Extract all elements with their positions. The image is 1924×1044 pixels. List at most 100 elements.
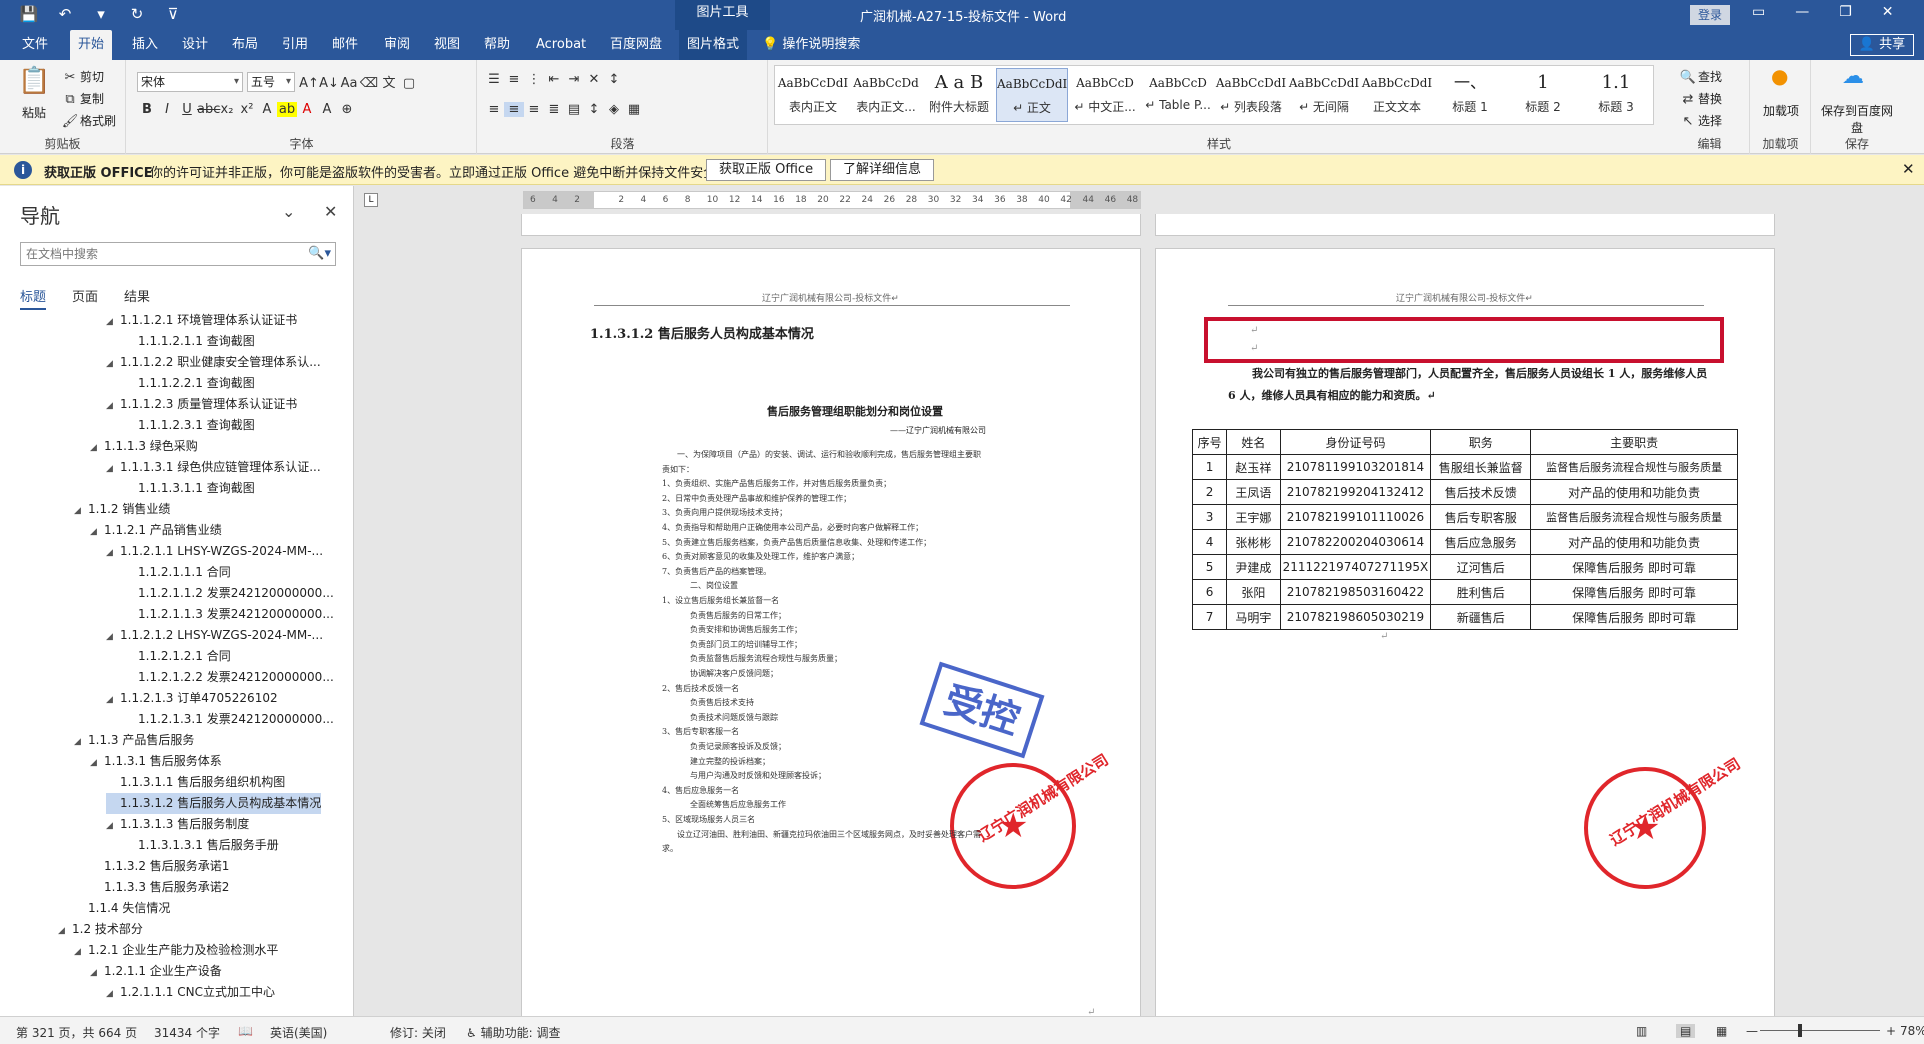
select-button[interactable]: ↖ 选择 (1678, 112, 1722, 129)
undo-dropdown-icon[interactable]: ▾ (90, 5, 112, 23)
style-item[interactable]: 1 标题 2 (1507, 68, 1579, 122)
read-mode-icon[interactable]: ▥ (1636, 1024, 1647, 1038)
nav-heading-item[interactable]: ◢ 1.1.1.2.1 环境管理体系认证证书 (106, 310, 297, 331)
table-cell[interactable]: 保障售后服务 即时可靠 (1530, 554, 1738, 580)
table-cell[interactable]: 1 (1191, 454, 1228, 480)
style-item[interactable]: AaBbCcDdI ↵ 列表段落 (1215, 68, 1287, 122)
table-cell[interactable]: 张阳 (1226, 579, 1281, 605)
chinese-layout-icon[interactable]: ✕ (584, 72, 604, 87)
table-cell[interactable]: 辽河售后 (1430, 554, 1532, 580)
nav-tab-headings[interactable]: 标题 (20, 286, 47, 310)
zoom-in-icon[interactable]: + (1886, 1024, 1896, 1038)
style-item[interactable]: AaBbCcD ↵ Table P... (1142, 68, 1214, 122)
tab-layout[interactable]: 布局 (224, 30, 266, 60)
multilevel-list-icon[interactable]: ⋮ (524, 72, 544, 87)
redo-icon[interactable]: ↻ (126, 5, 148, 23)
tab-help[interactable]: 帮助 (476, 30, 518, 60)
collapse-triangle-icon[interactable]: ◢ (106, 984, 120, 1005)
table-cell[interactable]: 2 (1191, 479, 1228, 505)
nav-heading-item[interactable]: ◢ 1.1.2.1.1 LHSY-WZGS-2024-MM-... (106, 541, 323, 562)
zoom-out-icon[interactable]: — (1746, 1024, 1758, 1038)
collapse-triangle-icon[interactable]: ◢ (106, 354, 120, 375)
replace-button[interactable]: ⇄ 替换 (1678, 90, 1722, 107)
table-cell[interactable]: 王宇娜 (1226, 504, 1281, 530)
grow-font-icon[interactable]: A↑ (299, 76, 319, 91)
tab-view[interactable]: 视图 (426, 30, 468, 60)
tab-acrobat[interactable]: Acrobat (528, 30, 594, 60)
nav-heading-item[interactable]: ◢ 1.1.2.1.2 LHSY-WZGS-2024-MM-... (106, 625, 323, 646)
addins-button[interactable]: 加载项 (1756, 102, 1806, 119)
zoom-level[interactable]: 78% (1900, 1024, 1924, 1038)
table-cell[interactable]: 保障售后服务 即时可靠 (1530, 604, 1738, 630)
sort-icon[interactable]: ↕ (604, 72, 624, 87)
style-item[interactable]: AaBbCcDdI 表内正文 (777, 68, 849, 122)
find-button[interactable]: 🔍 查找 (1678, 68, 1722, 85)
customize-qat-icon[interactable]: ⊽ (162, 5, 184, 23)
paste-button[interactable]: 粘贴 (22, 104, 46, 121)
learn-more-button[interactable]: 了解详细信息 (830, 159, 935, 181)
collapse-triangle-icon[interactable]: ◢ (90, 522, 104, 543)
document-page-right[interactable]: 辽宁广润机械有限公司-投标文件↵ ↵ ↵ 我公司有独立的售后服务管理部门，人员配… (1155, 248, 1775, 1018)
justify-icon[interactable]: ≣ (544, 102, 564, 117)
nav-heading-item[interactable]: ◢ 1.1.2.1.3 订单4705226102 (106, 688, 278, 709)
tab-home[interactable]: 开始 (70, 30, 113, 60)
horizontal-ruler[interactable]: 6 4 2 2 4 6 8 10 12 14 16 18 20 22 24 26 28 30 32 34 36 38 40 4… (523, 191, 1141, 209)
nav-search-input[interactable]: 在文档中搜索 🔍▾ (20, 242, 336, 266)
table-cell[interactable]: 对产品的使用和功能负责 (1530, 479, 1738, 505)
table-cell[interactable]: 新疆售后 (1430, 604, 1532, 630)
format-painter-button[interactable]: 🖌 格式刷 (60, 112, 116, 129)
nav-heading-item[interactable]: 1.1.2.1.2.1 合同 (124, 646, 231, 667)
collapse-triangle-icon[interactable]: ◢ (106, 459, 120, 480)
close-icon[interactable]: ✕ (324, 202, 337, 221)
paste-icon[interactable]: 📋 (18, 66, 50, 96)
table-cell[interactable]: 6 (1191, 579, 1228, 605)
bold-icon[interactable]: B (137, 102, 157, 117)
style-item[interactable]: 一、 标题 1 (1434, 68, 1506, 122)
staff-table[interactable]: 序号 姓名 身份证号码 职务 主要职责 1 赵玉祥 210781199103201814 售服… (1191, 429, 1738, 630)
restore-icon[interactable]: ❐ (1839, 4, 1852, 20)
tab-mailings[interactable]: 邮件 (324, 30, 366, 60)
print-layout-icon[interactable]: ▤ (1676, 1024, 1696, 1038)
tab-stop-selector[interactable]: L (364, 193, 378, 207)
nav-heading-item[interactable]: 1.1.1.2.1.1 查询截图 (124, 331, 255, 352)
font-size-combo[interactable]: 五号 (247, 72, 295, 92)
table-cell[interactable]: 210782200204030614 (1279, 529, 1432, 555)
close-icon[interactable]: ✕ (1882, 4, 1894, 20)
proofing-icon[interactable]: 📖 (238, 1024, 253, 1038)
table-cell[interactable]: 5 (1191, 554, 1228, 580)
tab-file[interactable]: 文件 (14, 30, 56, 60)
ribbon-display-icon[interactable]: ▭ (1752, 4, 1765, 20)
enclose-char-icon[interactable]: ⊕ (337, 102, 357, 117)
shrink-font-icon[interactable]: A↓ (319, 76, 339, 91)
nav-heading-item[interactable]: 1.1.2.1.1.2 发票242120000000... (124, 583, 334, 604)
style-item[interactable]: AaBbCcDd 表内正文... (850, 68, 922, 122)
tab-baidu-netdisk[interactable]: 百度网盘 (602, 30, 670, 60)
save-to-baidu-button[interactable]: 保存到百度网盘 (1817, 102, 1897, 136)
collapse-triangle-icon[interactable]: ◢ (106, 543, 120, 564)
table-cell[interactable]: 王凤语 (1226, 479, 1281, 505)
nav-heading-item[interactable]: 1.1.3.1.1 售后服务组织机构图 (106, 772, 285, 793)
collapse-triangle-icon[interactable]: ◢ (90, 963, 104, 984)
char-border-icon[interactable]: ▢ (399, 76, 419, 91)
page-count[interactable]: 第 321 页，共 664 页 (16, 1024, 137, 1041)
word-count[interactable]: 31434 个字 (154, 1024, 220, 1041)
style-item[interactable]: AaBbCcD ↵ 中文正... (1069, 68, 1141, 122)
collapse-triangle-icon[interactable]: ◢ (58, 921, 72, 942)
close-icon[interactable]: ✕ (1902, 160, 1915, 178)
nav-heading-item[interactable]: 1.1.1.2.2.1 查询截图 (124, 373, 255, 394)
nav-heading-item[interactable]: ◢ 1.1.3 产品售后服务 (74, 730, 194, 751)
decrease-indent-icon[interactable]: ⇤ (544, 72, 564, 87)
char-shading-icon[interactable]: A (317, 102, 337, 117)
nav-heading-item[interactable]: ◢ 1.1.2.1 产品销售业绩 (90, 520, 222, 541)
collapse-triangle-icon[interactable]: ◢ (106, 396, 120, 417)
numbering-icon[interactable]: ≡ (504, 72, 524, 87)
share-button[interactable]: 👤 共享 (1850, 34, 1914, 56)
collapse-triangle-icon[interactable]: ◢ (74, 732, 88, 753)
text-effects-icon[interactable]: A (257, 102, 277, 117)
get-genuine-button[interactable]: 获取正版 Office (706, 159, 827, 181)
nav-heading-item[interactable]: 1.1.4 失信情况 (74, 898, 170, 919)
clear-format-icon[interactable]: ⌫ (359, 76, 379, 91)
nav-heading-item[interactable]: ◢ 1.2.1.1 企业生产设备 (90, 961, 222, 982)
cut-button[interactable]: ✂ 剪切 (60, 68, 104, 85)
style-item[interactable]: AaBbCcDdI 正文文本 (1361, 68, 1433, 122)
